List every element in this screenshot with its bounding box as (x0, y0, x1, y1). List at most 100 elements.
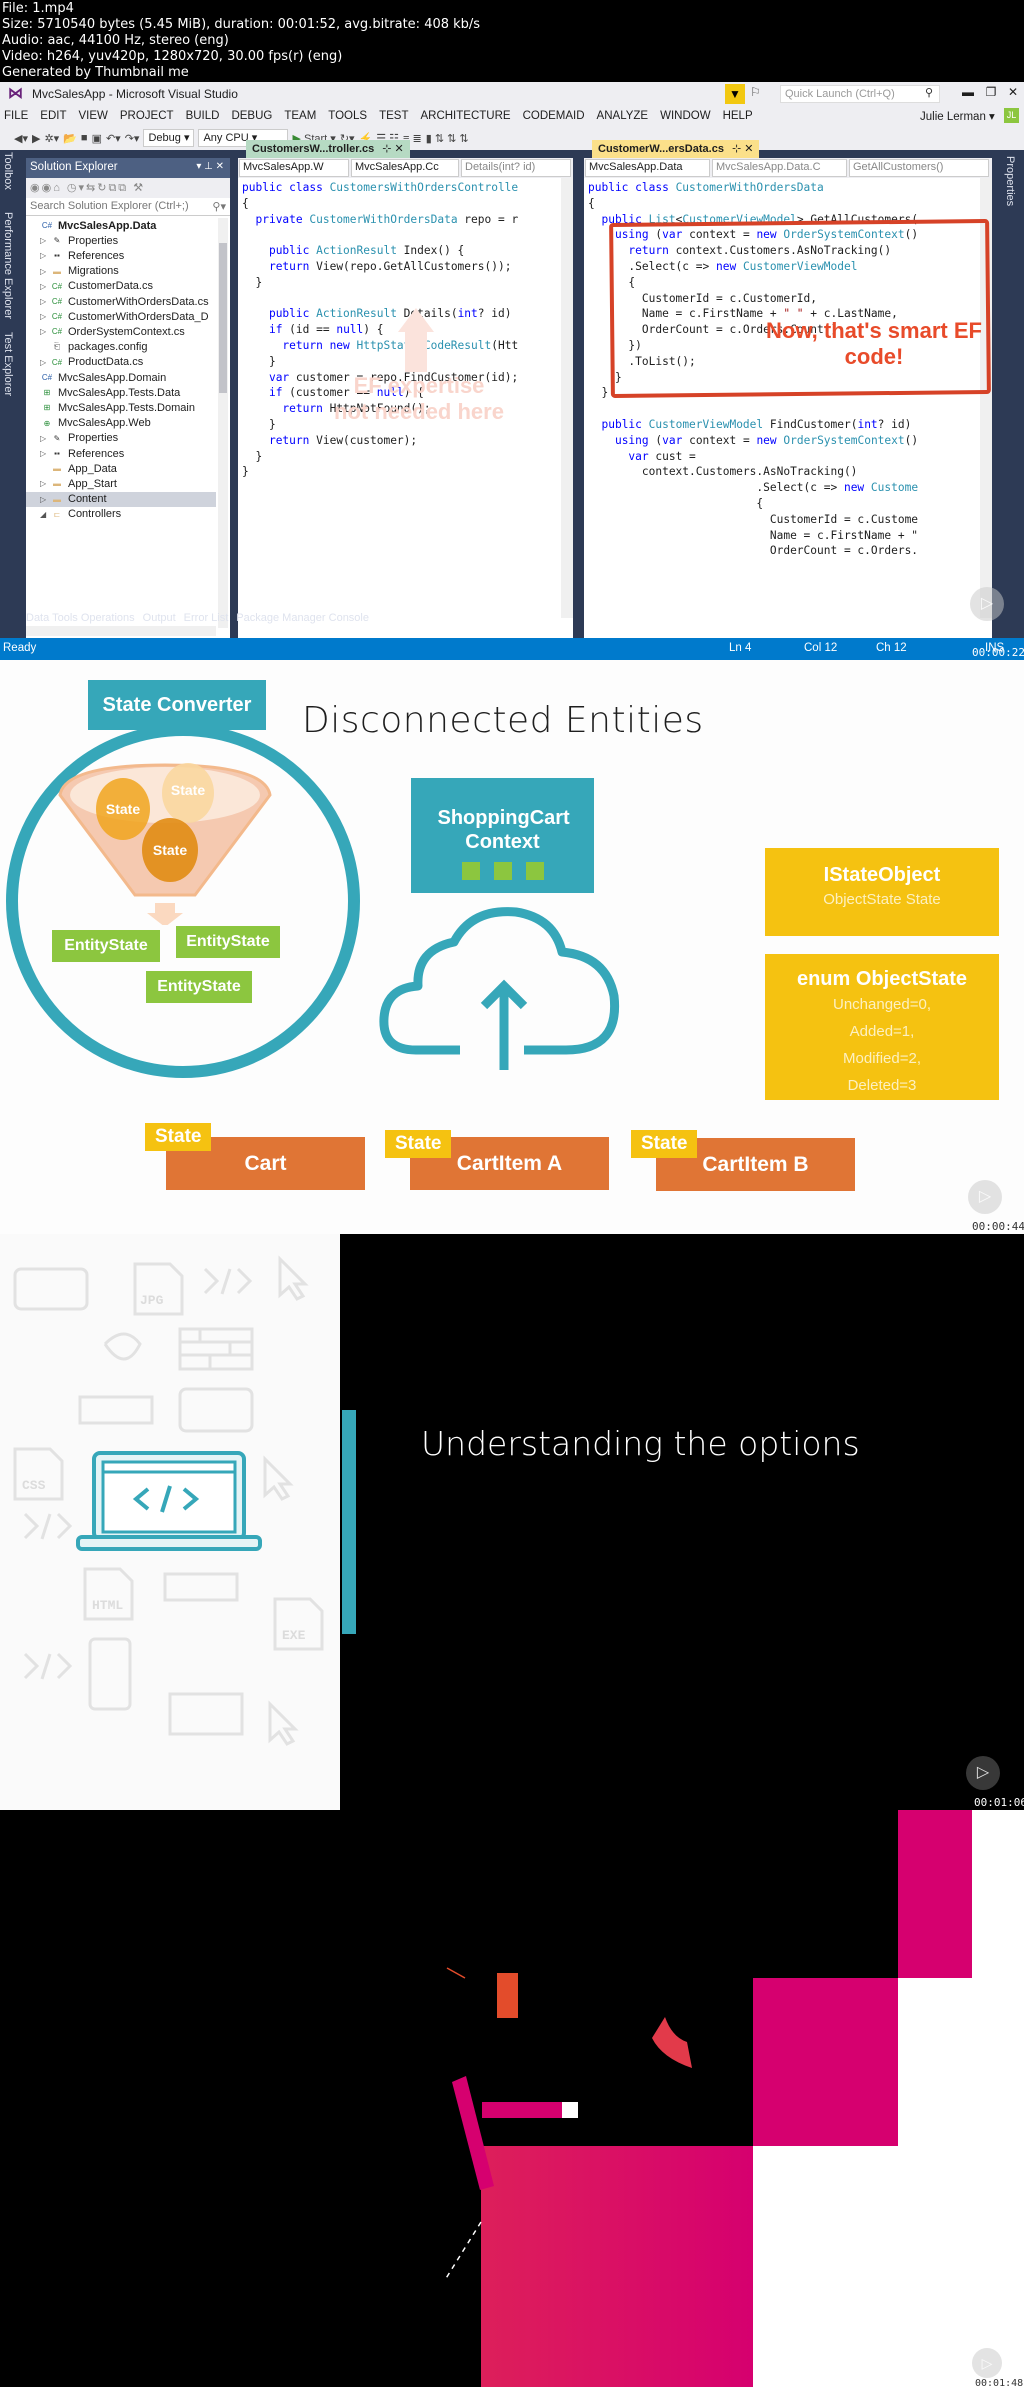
undo-icon[interactable]: ↶▾ (106, 132, 121, 145)
tree-item-label: Properties (68, 234, 119, 247)
menu-build[interactable]: BUILD (186, 110, 220, 122)
menu-tools[interactable]: TOOLS (328, 110, 367, 122)
project-dropdown[interactable]: MvcSalesApp.Data (585, 159, 710, 177)
tab-package-manager-console[interactable]: Package Manager Console (236, 612, 369, 624)
expand-arrow-icon[interactable]: ▷ (40, 282, 50, 291)
menu-edit[interactable]: EDIT (40, 110, 66, 122)
save-all-icon[interactable]: ▣ (92, 132, 102, 145)
pin-close-icon[interactable]: ⊹ ✕ (732, 143, 754, 155)
code-editor-left[interactable]: CustomersW...troller.cs ⊹ ✕ MvcSalesApp.W… (238, 140, 573, 663)
quick-launch-input[interactable]: Quick Launch (Ctrl+Q) (780, 85, 940, 103)
abstract-shapes (444, 1967, 692, 2280)
expand-arrow-icon[interactable]: ▷ (40, 297, 50, 306)
tree-item[interactable]: ▷ C# OrderSystemContext.cs (26, 324, 216, 339)
expand-arrow-icon[interactable]: ▷ (40, 236, 50, 245)
expand-arrow-icon[interactable]: ▷ (40, 251, 50, 260)
tree-item[interactable]: ⊕ MvcSalesApp.Web (26, 416, 216, 431)
menu-team[interactable]: TEAM (284, 110, 316, 122)
tree-item[interactable]: ▷ C# CustomerWithOrdersData_D (26, 309, 216, 324)
forward-icon[interactable]: ▶ (32, 132, 40, 145)
redo-icon[interactable]: ↷▾ (125, 132, 140, 145)
tree-item[interactable]: ▬ App_Data (26, 461, 216, 476)
menu-analyze[interactable]: ANALYZE (597, 110, 649, 122)
expand-arrow-icon[interactable]: ▷ (40, 449, 50, 458)
member-dropdown[interactable]: GetAllCustomers() (849, 159, 989, 177)
menu-file[interactable]: FILE (4, 110, 28, 122)
open-file-icon[interactable]: 📂 (63, 132, 77, 145)
new-project-icon[interactable]: ✲▾ (44, 132, 59, 145)
tree-item[interactable]: ▷ C# CustomerData.cs (26, 279, 216, 294)
tab-error-list[interactable]: Error List (184, 612, 229, 624)
menu-codemaid[interactable]: CODEMAID (523, 110, 585, 122)
build-config-select[interactable]: Debug ▾ (143, 129, 195, 147)
tree-item[interactable]: ⎗ packages.config (26, 340, 216, 355)
tab-data-tools-operations[interactable]: Data Tools Operations (26, 612, 135, 624)
tree-item[interactable]: ▷ C# CustomerWithOrdersData.cs (26, 294, 216, 309)
tree-item[interactable]: ◢ ⊏ Controllers (26, 507, 216, 522)
tree-item[interactable]: ▷ ▬ Content (26, 491, 216, 507)
code-token: int (857, 417, 878, 431)
close-button[interactable]: ✕ (1005, 85, 1021, 99)
notification-filter-icon[interactable]: ▼ (725, 84, 745, 104)
feedback-icon[interactable]: ⚐ (750, 85, 761, 99)
editor-tab[interactable]: CustomersW...troller.cs ⊹ ✕ (246, 140, 410, 158)
project-dropdown[interactable]: MvcSalesApp.W (239, 159, 349, 177)
expand-arrow-icon[interactable]: ▷ (40, 358, 50, 367)
code-editor-right[interactable]: CustomerW...ersData.cs ⊹ ✕ MvcSalesApp.Da… (584, 140, 992, 663)
vertical-scrollbar[interactable] (561, 178, 573, 618)
test-explorer-tab[interactable]: Test Explorer (2, 332, 14, 396)
horizontal-scrollbar[interactable] (26, 626, 216, 636)
menu-project[interactable]: PROJECT (120, 110, 174, 122)
tree-item[interactable]: ▷ ▬ Migrations (26, 264, 216, 279)
folder-icon: ▬ (53, 266, 61, 276)
toolbox-tab[interactable]: Toolbox (2, 152, 14, 190)
back-icon[interactable]: ◀▾ (14, 132, 28, 145)
tree-item[interactable]: ▷ ▪▪ References (26, 446, 216, 461)
expand-arrow-icon[interactable]: ▷ (40, 495, 50, 504)
performance-explorer-tab[interactable]: Performance Explorer (2, 212, 14, 319)
menu-window[interactable]: WINDOW (660, 110, 710, 122)
menu-test[interactable]: TEST (379, 110, 408, 122)
tree-item[interactable]: C# MvcSalesApp.Domain (26, 370, 216, 385)
tree-item[interactable]: ▷ ✎ Properties (26, 431, 216, 446)
menu-view[interactable]: VIEW (79, 110, 108, 122)
search-icon[interactable]: ⚲ (925, 86, 933, 99)
expand-arrow-icon[interactable]: ▷ (40, 312, 50, 321)
menu-architecture[interactable]: ARCHITECTURE (420, 110, 510, 122)
avatar[interactable]: JL (1004, 108, 1019, 123)
save-icon[interactable]: ■ (81, 132, 88, 144)
bookmark-icon[interactable]: ▮ ⇅ ⇅ ⇅ (426, 132, 469, 145)
expand-arrow-icon[interactable]: ▷ (40, 267, 50, 276)
tree-item[interactable]: ▷ ✎ Properties (26, 233, 216, 248)
tree-item[interactable]: ▷ C# ProductData.cs (26, 355, 216, 370)
pin-close-icon[interactable]: ⊹ ✕ (382, 143, 404, 155)
user-name[interactable]: Julie Lerman ▾ (920, 109, 995, 123)
tab-output[interactable]: Output (143, 612, 176, 624)
solution-explorer-toolbar[interactable]: ◉◉⌂ ◷▾⇆↻⧉⧉ ⚒ (26, 178, 230, 198)
menu-debug[interactable]: DEBUG (231, 110, 272, 122)
tree-item[interactable]: C# MvcSalesApp.Data (26, 218, 216, 233)
member-dropdown[interactable]: Details(int? id) (461, 159, 571, 177)
expand-arrow-icon[interactable]: ▷ (40, 327, 50, 336)
editor-tab[interactable]: CustomerW...ersData.cs ⊹ ✕ (592, 140, 760, 158)
vertical-scrollbar[interactable] (218, 218, 228, 628)
expand-arrow-icon[interactable]: ▷ (40, 434, 50, 443)
tree-item[interactable]: ⊞ MvcSalesApp.Tests.Data (26, 385, 216, 400)
minimize-button[interactable]: ▬ (960, 85, 976, 99)
expand-arrow-icon[interactable]: ◢ (40, 510, 50, 519)
properties-tab[interactable]: Properties (996, 152, 1020, 212)
tree-item[interactable]: ▷ ▪▪ References (26, 248, 216, 263)
tree-item[interactable]: ▷ ▬ App_Start (26, 476, 216, 491)
code-line: if (id == null) { (242, 322, 518, 338)
code-text[interactable]: public class CustomersWithOrdersControll… (242, 180, 518, 480)
restore-button[interactable]: ❐ (983, 85, 999, 99)
scrollbar-thumb[interactable] (219, 243, 227, 393)
code-token: OrderSystemContext (783, 433, 905, 447)
solution-explorer-search[interactable]: Search Solution Explorer (Ctrl+;) ⚲▾ (26, 198, 230, 216)
expand-arrow-icon[interactable]: ▷ (40, 479, 50, 488)
menu-help[interactable]: HELP (723, 110, 753, 122)
type-dropdown[interactable]: MvcSalesApp.Data.C (712, 159, 847, 177)
panel-controls[interactable]: ▾ ⊥ ✕ (196, 161, 224, 172)
type-dropdown[interactable]: MvcSalesApp.Cc (351, 159, 459, 177)
tree-item[interactable]: ⊞ MvcSalesApp.Tests.Domain (26, 400, 216, 415)
